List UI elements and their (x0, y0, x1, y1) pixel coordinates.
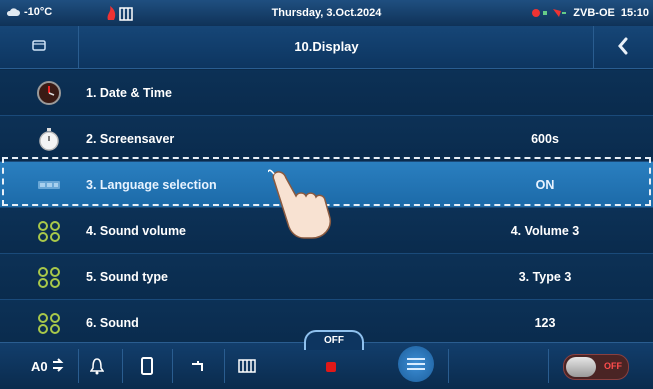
chevron-left-icon[interactable] (617, 37, 629, 55)
power-toggle[interactable]: OFF (563, 354, 629, 380)
toolbar-divider (172, 349, 173, 383)
off-label: OFF (304, 330, 364, 350)
list-item-value: 123 (534, 316, 556, 330)
toggle-label: OFF (604, 361, 622, 371)
dots-icon (38, 267, 60, 288)
dots-icon (38, 221, 60, 242)
radiator-icon[interactable] (234, 353, 260, 379)
page-title: 10.Display (294, 39, 359, 54)
toolbar-divider (224, 349, 225, 383)
list-item-label: 4. Sound volume (86, 224, 187, 238)
mode-auto-icon[interactable]: A0 (30, 353, 66, 379)
list-item-label: 3. Language selection (86, 178, 217, 192)
bell-icon[interactable] (84, 353, 110, 379)
menu-icon[interactable] (398, 346, 434, 382)
list-item-value: 4. Volume 3 (510, 224, 580, 238)
toolbar-divider (122, 349, 123, 383)
flag-icon (38, 181, 60, 189)
clock-icon (37, 81, 61, 105)
list-item-value: ON (535, 178, 555, 192)
list-item-label: 1. Date & Time (86, 86, 172, 100)
status-right: ZVB-OE 15:10 (531, 7, 649, 19)
list-item-label: 6. Sound (86, 316, 139, 330)
off-control[interactable]: OFF (298, 330, 366, 388)
list-item-value: 600s (531, 132, 559, 146)
menu-line (407, 358, 425, 360)
list-item-sound-type[interactable]: 5. Sound type 3. Type 3 (0, 254, 653, 300)
list-item-label: 2. Screensaver (86, 132, 175, 146)
pump-alert-icon (532, 9, 567, 17)
menu-line (407, 363, 425, 365)
toggle-knob (566, 357, 596, 377)
device-name: ZVB-OE (573, 7, 615, 19)
toolbar-divider (78, 349, 79, 383)
title-bar: 10.Display (0, 26, 653, 69)
list-item-date-time[interactable]: 1. Date & Time (0, 70, 653, 116)
stop-indicator-icon (326, 362, 336, 372)
status-time: 15:10 (620, 7, 649, 19)
list-item-label: 5. Sound type (86, 270, 168, 284)
status-bar: -10°C Thursday, 3.Oct.2024 ZVB-OE 15:10 (0, 0, 653, 26)
boiler-icon[interactable] (134, 353, 160, 379)
dots-icon (38, 313, 60, 334)
tap-icon[interactable] (186, 353, 212, 379)
pointing-hand-icon (268, 169, 332, 239)
title-divider-right (593, 26, 594, 68)
menu-line (407, 368, 425, 370)
toolbar-divider (548, 349, 549, 383)
toolbar-divider (448, 349, 449, 383)
list-item-screensaver[interactable]: 2. Screensaver 600s (0, 116, 653, 162)
stopwatch-icon (39, 128, 59, 151)
list-item-value: 3. Type 3 (518, 270, 572, 284)
svg-text:A0: A0 (31, 359, 48, 374)
